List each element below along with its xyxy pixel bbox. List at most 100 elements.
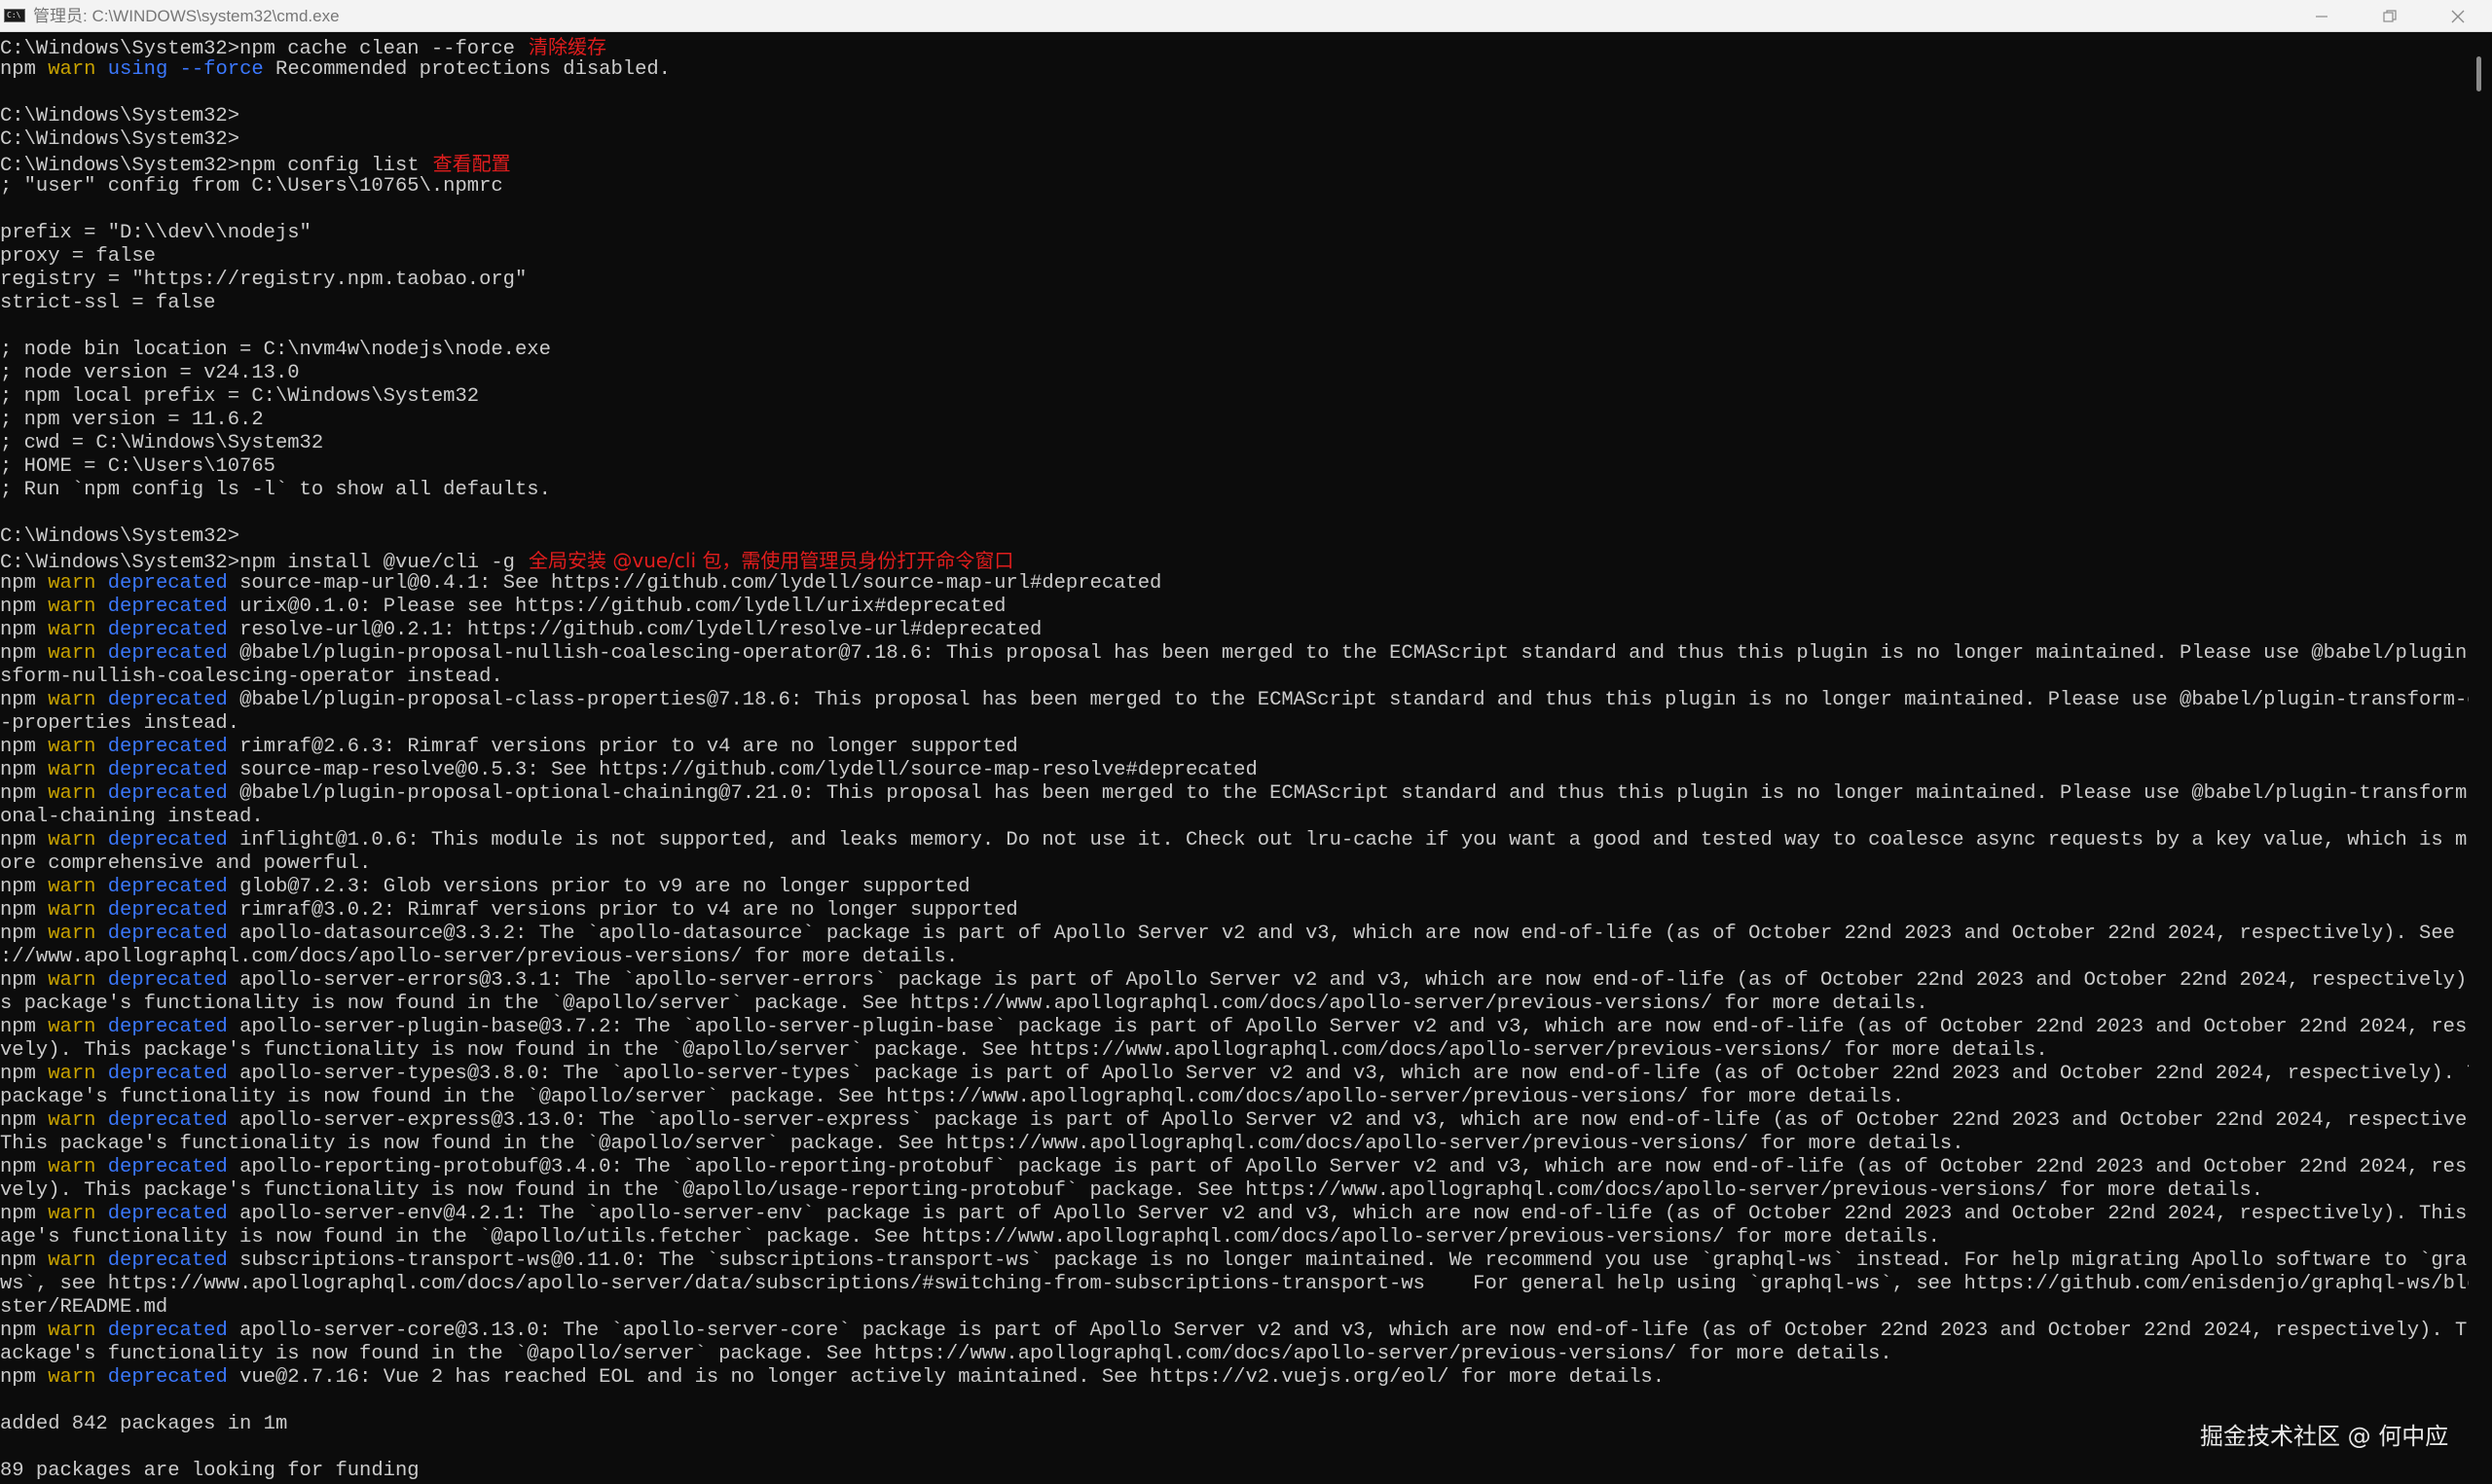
warn-tag: warn [48, 759, 96, 781]
continuation-line: vely). This package's functionality is n… [0, 1039, 2048, 1062]
deprecated-tag: deprecated [107, 923, 228, 945]
watermark: 掘金技术社区 @ 何中应 [2200, 1423, 2449, 1450]
deprecation-message: @babel/plugin-proposal-class-properties@… [239, 689, 2469, 711]
minimize-button[interactable] [2288, 0, 2356, 32]
continuation-line: onal-chaining instead. [0, 806, 264, 828]
deprecation-message: rimraf@3.0.2: Rimraf versions prior to v… [239, 899, 1018, 922]
continuation-line: This package's functionality is now foun… [0, 1133, 1964, 1155]
deprecated-tag: deprecated [107, 596, 228, 618]
deprecated-tag: deprecated [107, 1203, 228, 1225]
deprecation-line: npm warn deprecated vue@2.7.16: Vue 2 ha… [0, 1366, 2469, 1390]
funding-notice: 89 packages are looking for funding [0, 1460, 420, 1482]
deprecation-line: npm warn deprecated subscriptions-transp… [0, 1249, 2469, 1273]
console-line: prefix = "D:\\dev\\nodejs" [0, 222, 312, 244]
npm-prefix: npm [0, 829, 36, 851]
npm-prefix: npm [0, 759, 36, 781]
restore-icon [2383, 10, 2397, 22]
deprecation-message: apollo-datasource@3.3.2: The `apollo-dat… [239, 923, 2469, 945]
continuation-line: ackage's functionality is now found in t… [0, 1343, 1892, 1365]
continuation-line: package's functionality is now found in … [0, 1086, 1905, 1108]
console-line: ; npm local prefix = C:\Windows\System32 [0, 385, 480, 408]
warn-tag: warn [48, 596, 96, 618]
warn-tag: warn [48, 1203, 96, 1225]
vertical-scrollbar[interactable] [2473, 35, 2492, 1484]
warn-tag: warn [48, 689, 96, 711]
continuation-line: ore comprehensive and powerful. [0, 852, 372, 875]
deprecated-tag: deprecated [107, 1366, 228, 1389]
npm-prefix: npm [0, 1156, 36, 1178]
window-title: 管理员: C:\WINDOWS\system32\cmd.exe [33, 7, 340, 25]
deprecated-tag: deprecated [107, 1156, 228, 1178]
npm-prefix: npm [0, 58, 36, 81]
deprecated-tag: deprecated [107, 1109, 228, 1132]
deprecated-tag: deprecated [107, 1249, 228, 1272]
deprecation-message: apollo-server-env@4.2.1: The `apollo-ser… [239, 1203, 2469, 1225]
deprecation-line: npm warn deprecated glob@7.2.3: Glob ver… [0, 876, 2469, 899]
continuation-line: -properties instead. [0, 712, 240, 735]
console-line: C:\Windows\System32>npm cache clean --fo… [0, 35, 2469, 60]
deprecation-message: apollo-server-errors@3.3.1: The `apollo-… [239, 969, 2469, 992]
console-line: C:\Windows\System32>npm config list 查看配置 [0, 152, 2469, 177]
deprecation-line: npm warn deprecated @babel/plugin-propos… [0, 782, 2469, 806]
warn-tag: warn [48, 1063, 96, 1085]
warn-tag: warn [48, 572, 96, 595]
continuation-line: ster/README.md [0, 1296, 168, 1319]
deprecated-tag: deprecated [107, 782, 228, 805]
deprecation-line: npm warn deprecated urix@0.1.0: Please s… [0, 596, 2469, 619]
console-line: C:\Windows\System32>npm install @vue/cli… [0, 549, 2469, 574]
deprecation-line: npm warn deprecated apollo-reporting-pro… [0, 1156, 2469, 1179]
scrollbar-thumb[interactable] [2476, 56, 2481, 91]
continuation-line: ws`, see https://www.apollographql.com/d… [0, 1273, 2469, 1295]
warn-tag: warn [48, 923, 96, 945]
deprecation-message: source-map-url@0.4.1: See https://github… [239, 572, 1162, 595]
console-output[interactable]: C:\Windows\System32>npm cache clean --fo… [0, 35, 2469, 1484]
deprecated-tag: deprecated [107, 876, 228, 898]
console-line: proxy = false [0, 245, 156, 268]
deprecated-tag: deprecated [107, 642, 228, 665]
title-bar[interactable]: C:\ 管理员: C:\WINDOWS\system32\cmd.exe [0, 0, 2492, 32]
deprecation-line: npm warn deprecated @babel/plugin-propos… [0, 642, 2469, 666]
deprecation-line: npm warn deprecated apollo-server-plugin… [0, 1016, 2469, 1039]
annotation: 清除缓存 [529, 35, 606, 58]
console-line: C:\Windows\System32> [0, 105, 240, 127]
deprecation-line: npm warn deprecated resolve-url@0.2.1: h… [0, 619, 2469, 642]
npm-prefix: npm [0, 923, 36, 945]
deprecation-message: glob@7.2.3: Glob versions prior to v9 ar… [239, 876, 971, 898]
warn-tag: warn [48, 782, 96, 805]
console-line: ; node version = v24.13.0 [0, 362, 300, 384]
npm-prefix: npm [0, 899, 36, 922]
close-button[interactable] [2424, 0, 2492, 32]
cmd-app-icon[interactable]: C:\ [4, 9, 25, 22]
annotation: 全局安装 @vue/cli 包，需使用管理员身份打开命令窗口 [529, 549, 1014, 572]
deprecation-message: rimraf@2.6.3: Rimraf versions prior to v… [239, 736, 1018, 758]
npm-prefix: npm [0, 689, 36, 711]
flag-text: --force [179, 58, 264, 81]
warn-tag: warn [48, 619, 96, 641]
deprecation-line: npm warn deprecated rimraf@2.6.3: Rimraf… [0, 736, 2469, 759]
console-line: ; "user" config from C:\Users\10765\.npm… [0, 175, 503, 198]
deprecation-message: apollo-server-plugin-base@3.7.2: The `ap… [239, 1016, 2469, 1038]
continuation-line: ://www.apollographql.com/docs/apollo-ser… [0, 946, 959, 968]
continuation-line: sform-nullish-coalescing-operator instea… [0, 666, 503, 688]
npm-prefix: npm [0, 1063, 36, 1085]
npm-prefix: npm [0, 1366, 36, 1389]
deprecation-line: npm warn deprecated apollo-server-types@… [0, 1063, 2469, 1086]
warn-tag: warn [48, 1109, 96, 1132]
maximize-button[interactable] [2356, 0, 2424, 32]
continuation-line: age's functionality is now found in the … [0, 1226, 1940, 1249]
npm-prefix: npm [0, 782, 36, 805]
command-text: C:\Windows\System32>npm config list [0, 155, 420, 177]
deprecated-tag: deprecated [107, 1320, 228, 1342]
deprecation-message: inflight@1.0.6: This module is not suppo… [239, 829, 2469, 851]
warn-tag: warn [48, 58, 96, 81]
warn-tag: warn [48, 1249, 96, 1272]
deprecated-tag: deprecated [107, 969, 228, 992]
npm-prefix: npm [0, 642, 36, 665]
warn-tag: warn [48, 1016, 96, 1038]
install-summary: added 842 packages in 1m [0, 1413, 288, 1435]
